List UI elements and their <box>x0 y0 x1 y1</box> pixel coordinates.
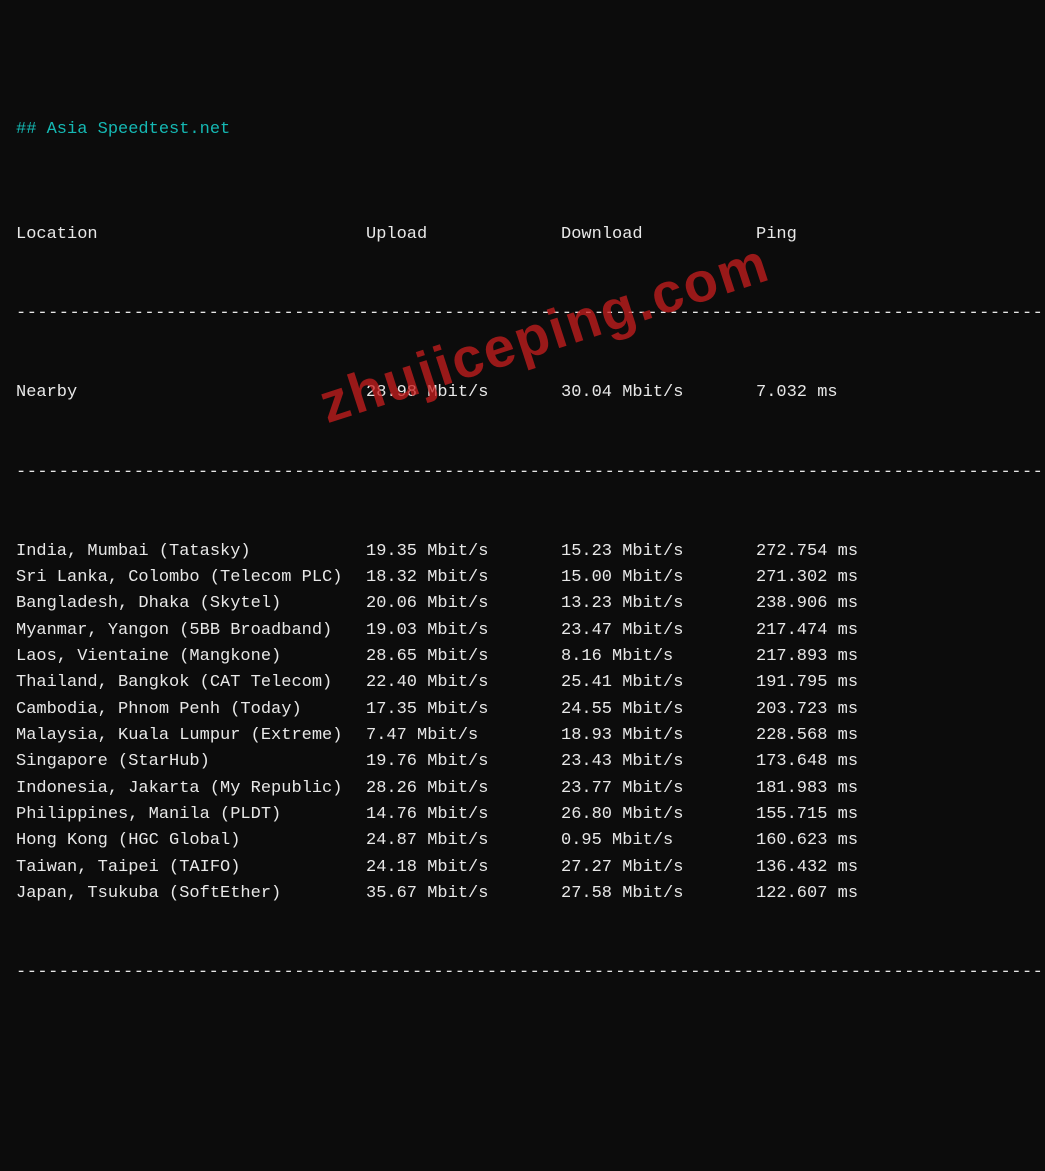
cell-location: Thailand, Bangkok (CAT Telecom) <box>16 670 366 696</box>
cell-ping: 271.302 ms <box>756 565 1029 591</box>
section-heading: ## Asia Speedtest.net <box>16 117 1029 143</box>
cell-download: 15.23 Mbit/s <box>561 539 756 565</box>
table-row: Thailand, Bangkok (CAT Telecom)22.40 Mbi… <box>16 670 1029 696</box>
cell-upload: 7.47 Mbit/s <box>366 723 561 749</box>
cell-upload: 19.35 Mbit/s <box>366 539 561 565</box>
table-row: Philippines, Manila (PLDT)14.76 Mbit/s26… <box>16 802 1029 828</box>
table-row: Cambodia, Phnom Penh (Today)17.35 Mbit/s… <box>16 697 1029 723</box>
cell-location: Sri Lanka, Colombo (Telecom PLC) <box>16 565 366 591</box>
cell-download: 0.95 Mbit/s <box>561 828 756 854</box>
cell-ping: 191.795 ms <box>756 670 1029 696</box>
table-row: Indonesia, Jakarta (My Republic)28.26 Mb… <box>16 776 1029 802</box>
cell-download: 27.58 Mbit/s <box>561 881 756 907</box>
cell-ping: 136.432 ms <box>756 855 1029 881</box>
table-row: Laos, Vientaine (Mangkone)28.65 Mbit/s8.… <box>16 644 1029 670</box>
nearby-download: 30.04 Mbit/s <box>561 380 756 406</box>
cell-location: Cambodia, Phnom Penh (Today) <box>16 697 366 723</box>
cell-upload: 17.35 Mbit/s <box>366 697 561 723</box>
cell-download: 23.43 Mbit/s <box>561 749 756 775</box>
cell-download: 13.23 Mbit/s <box>561 591 756 617</box>
cell-upload: 28.26 Mbit/s <box>366 776 561 802</box>
cell-download: 23.77 Mbit/s <box>561 776 756 802</box>
cell-upload: 22.40 Mbit/s <box>366 670 561 696</box>
cell-ping: 217.893 ms <box>756 644 1029 670</box>
watermark: zhujiceping.com <box>308 220 781 447</box>
cell-ping: 217.474 ms <box>756 618 1029 644</box>
table-row: Taiwan, Taipei (TAIFO)24.18 Mbit/s27.27 … <box>16 855 1029 881</box>
cell-ping: 173.648 ms <box>756 749 1029 775</box>
cell-location: Myanmar, Yangon (5BB Broadband) <box>16 618 366 644</box>
cell-ping: 181.983 ms <box>756 776 1029 802</box>
table-row: Bangladesh, Dhaka (Skytel)20.06 Mbit/s13… <box>16 591 1029 617</box>
cell-location: Singapore (StarHub) <box>16 749 366 775</box>
cell-download: 23.47 Mbit/s <box>561 618 756 644</box>
cell-download: 8.16 Mbit/s <box>561 644 756 670</box>
table-row: Hong Kong (HGC Global)24.87 Mbit/s0.95 M… <box>16 828 1029 854</box>
table-row: India, Mumbai (Tatasky)19.35 Mbit/s15.23… <box>16 539 1029 565</box>
cell-location: Japan, Tsukuba (SoftEther) <box>16 881 366 907</box>
divider-line: ----------------------------------------… <box>16 960 1029 986</box>
header-location: Location <box>16 222 366 248</box>
table-row: Sri Lanka, Colombo (Telecom PLC)18.32 Mb… <box>16 565 1029 591</box>
cell-upload: 24.87 Mbit/s <box>366 828 561 854</box>
cell-download: 24.55 Mbit/s <box>561 697 756 723</box>
cell-location: Indonesia, Jakarta (My Republic) <box>16 776 366 802</box>
cell-location: India, Mumbai (Tatasky) <box>16 539 366 565</box>
cell-location: Malaysia, Kuala Lumpur (Extreme) <box>16 723 366 749</box>
cell-ping: 155.715 ms <box>756 802 1029 828</box>
cell-download: 15.00 Mbit/s <box>561 565 756 591</box>
cell-ping: 122.607 ms <box>756 881 1029 907</box>
cell-ping: 160.623 ms <box>756 828 1029 854</box>
divider-line: ----------------------------------------… <box>16 460 1029 486</box>
cell-upload: 20.06 Mbit/s <box>366 591 561 617</box>
cell-upload: 18.32 Mbit/s <box>366 565 561 591</box>
cell-download: 26.80 Mbit/s <box>561 802 756 828</box>
cell-location: Laos, Vientaine (Mangkone) <box>16 644 366 670</box>
cell-ping: 238.906 ms <box>756 591 1029 617</box>
cell-location: Taiwan, Taipei (TAIFO) <box>16 855 366 881</box>
nearby-upload: 28.98 Mbit/s <box>366 380 561 406</box>
cell-ping: 228.568 ms <box>756 723 1029 749</box>
cell-download: 25.41 Mbit/s <box>561 670 756 696</box>
cell-upload: 28.65 Mbit/s <box>366 644 561 670</box>
cell-location: Philippines, Manila (PLDT) <box>16 802 366 828</box>
table-row: Myanmar, Yangon (5BB Broadband)19.03 Mbi… <box>16 618 1029 644</box>
cell-ping: 272.754 ms <box>756 539 1029 565</box>
header-row: Location Upload Download Ping <box>16 222 1029 248</box>
table-row: Singapore (StarHub)19.76 Mbit/s23.43 Mbi… <box>16 749 1029 775</box>
divider-line: ----------------------------------------… <box>16 301 1029 327</box>
cell-upload: 19.76 Mbit/s <box>366 749 561 775</box>
cell-location: Bangladesh, Dhaka (Skytel) <box>16 591 366 617</box>
cell-upload: 24.18 Mbit/s <box>366 855 561 881</box>
data-rows: India, Mumbai (Tatasky)19.35 Mbit/s15.23… <box>16 539 1029 908</box>
cell-upload: 14.76 Mbit/s <box>366 802 561 828</box>
header-upload: Upload <box>366 222 561 248</box>
header-download: Download <box>561 222 756 248</box>
cell-download: 27.27 Mbit/s <box>561 855 756 881</box>
table-row: Malaysia, Kuala Lumpur (Extreme)7.47 Mbi… <box>16 723 1029 749</box>
cell-upload: 35.67 Mbit/s <box>366 881 561 907</box>
nearby-ping: 7.032 ms <box>756 380 1029 406</box>
cell-location: Hong Kong (HGC Global) <box>16 828 366 854</box>
nearby-row: Nearby 28.98 Mbit/s 30.04 Mbit/s 7.032 m… <box>16 380 1029 406</box>
header-ping: Ping <box>756 222 1029 248</box>
cell-upload: 19.03 Mbit/s <box>366 618 561 644</box>
table-row: Japan, Tsukuba (SoftEther)35.67 Mbit/s27… <box>16 881 1029 907</box>
nearby-location: Nearby <box>16 380 366 406</box>
cell-download: 18.93 Mbit/s <box>561 723 756 749</box>
cell-ping: 203.723 ms <box>756 697 1029 723</box>
